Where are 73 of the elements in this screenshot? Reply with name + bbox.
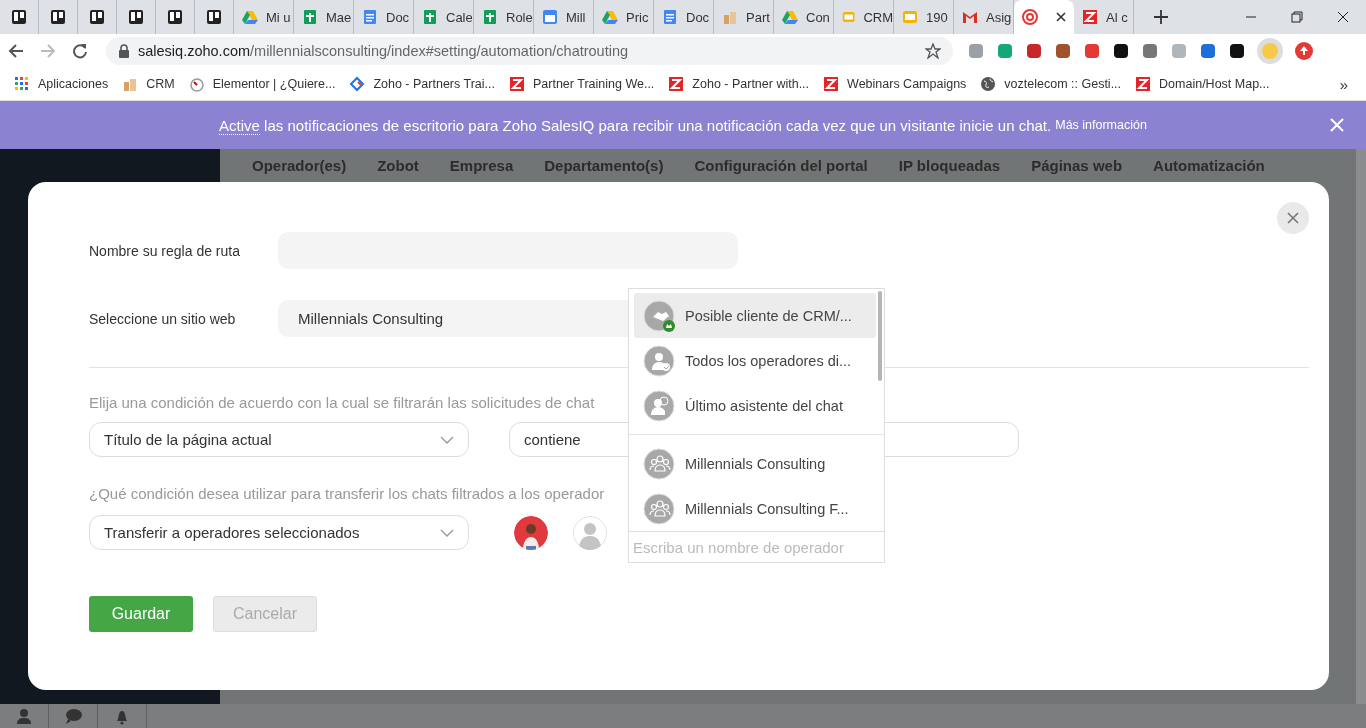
bookmark[interactable]: Aplicaciones bbox=[14, 76, 109, 92]
star-icon[interactable] bbox=[925, 43, 941, 59]
user-chat-icon bbox=[643, 389, 675, 422]
document-icon bbox=[362, 9, 378, 25]
close-icon[interactable] bbox=[1056, 12, 1066, 22]
chevron-icon bbox=[440, 528, 454, 537]
logo-icon bbox=[823, 76, 840, 92]
board-icon bbox=[11, 9, 27, 25]
bookmark[interactable]: Elementor | ¿Quiere... bbox=[188, 76, 336, 92]
board-icon bbox=[50, 9, 66, 25]
dropdown-option[interactable]: Millennials Consulting bbox=[634, 441, 876, 486]
user-check-icon bbox=[643, 344, 675, 377]
condition-select[interactable]: Título de la página actual bbox=[89, 422, 469, 457]
bookmark[interactable]: Zoho - Partners Trai... bbox=[349, 76, 495, 92]
logo-icon bbox=[1135, 76, 1152, 92]
slides-icon bbox=[902, 9, 918, 25]
sheet-icon bbox=[422, 9, 438, 25]
upload-icon[interactable] bbox=[1294, 41, 1314, 61]
board-icon bbox=[206, 9, 222, 25]
lock-icon bbox=[118, 44, 130, 58]
sheet-icon bbox=[302, 9, 318, 25]
globe-icon bbox=[980, 76, 997, 92]
notification-message: Active las notificaciones de escritorio para Zoho SalesIQ para recibir una notificación cada vez que un visitante inicie un chat. bbox=[219, 116, 1052, 134]
bookmark[interactable]: voztelecom :: Gesti... bbox=[980, 76, 1122, 92]
handshake-icon bbox=[643, 299, 675, 332]
group-icon bbox=[643, 492, 675, 525]
slides-icon bbox=[842, 9, 856, 25]
mail-icon bbox=[962, 9, 978, 25]
transfer-select[interactable]: Transferir a operadores seleccionados bbox=[89, 515, 469, 550]
new-tab-icon[interactable] bbox=[1154, 10, 1168, 24]
extension-icon[interactable] bbox=[1112, 42, 1130, 60]
scrollbar[interactable] bbox=[878, 291, 882, 381]
target-icon bbox=[1022, 9, 1038, 25]
document-icon bbox=[662, 9, 678, 25]
close-button[interactable] bbox=[1277, 202, 1309, 234]
bookmark[interactable]: Zoho - Partner with... bbox=[668, 76, 810, 92]
question-text: ¿Qué condición desea utilizar para transferir los chats filtrados a los operador bbox=[89, 485, 605, 502]
back-icon[interactable] bbox=[8, 43, 24, 59]
triangle-icon bbox=[782, 9, 798, 25]
more-bookmarks[interactable]: » bbox=[1339, 75, 1348, 93]
board-icon bbox=[128, 9, 144, 25]
triangle-icon bbox=[602, 9, 618, 25]
bookmark[interactable]: Domain/Host Map... bbox=[1135, 76, 1270, 92]
field-label: Nombre su regla de ruta bbox=[89, 242, 241, 259]
dropdown-option[interactable]: Todos los operadores di... bbox=[634, 338, 876, 383]
triangle-icon bbox=[242, 9, 258, 25]
field-label: Seleccione un sitio web bbox=[89, 310, 237, 327]
logo-icon bbox=[1082, 9, 1098, 25]
avatar-icon[interactable] bbox=[514, 515, 548, 550]
clock-icon bbox=[188, 76, 205, 92]
chevron-icon bbox=[440, 435, 454, 444]
dropdown-option[interactable]: Millennials Consulting F... bbox=[634, 486, 876, 531]
dropdown-option[interactable]: Posible cliente de CRM/... bbox=[634, 293, 876, 338]
reload-icon[interactable] bbox=[72, 43, 88, 59]
url-text: salesiq.zoho.com/millennialsconsulting/index#setting/automation/chatrouting bbox=[138, 43, 630, 59]
group-icon bbox=[643, 447, 675, 480]
close-icon bbox=[1287, 212, 1299, 224]
calendar-icon bbox=[542, 9, 558, 25]
board-icon bbox=[89, 9, 105, 25]
board-icon bbox=[167, 9, 183, 25]
bookmark[interactable]: Partner Training We... bbox=[509, 76, 655, 92]
diamond-icon bbox=[349, 76, 366, 92]
logo-icon bbox=[668, 76, 685, 92]
bookmark[interactable]: Webinars Campaigns bbox=[823, 76, 967, 92]
question-text: Elija una condición de acuerdo con la cual se filtrarán las solicitudes de chat bbox=[89, 394, 595, 411]
extension-icon[interactable] bbox=[1228, 42, 1246, 60]
scrollbar[interactable] bbox=[1356, 149, 1366, 705]
apps-grid-icon bbox=[14, 76, 30, 92]
address-bar[interactable]: salesiq.zoho.com/millennialsconsulting/index#setting/automation/chatrouting bbox=[106, 37, 953, 65]
logo-icon bbox=[509, 76, 525, 92]
sheet-icon bbox=[482, 9, 498, 25]
bookmark[interactable]: CRM bbox=[122, 76, 175, 92]
dropdown-option[interactable]: Último asistente del chat bbox=[634, 383, 876, 428]
